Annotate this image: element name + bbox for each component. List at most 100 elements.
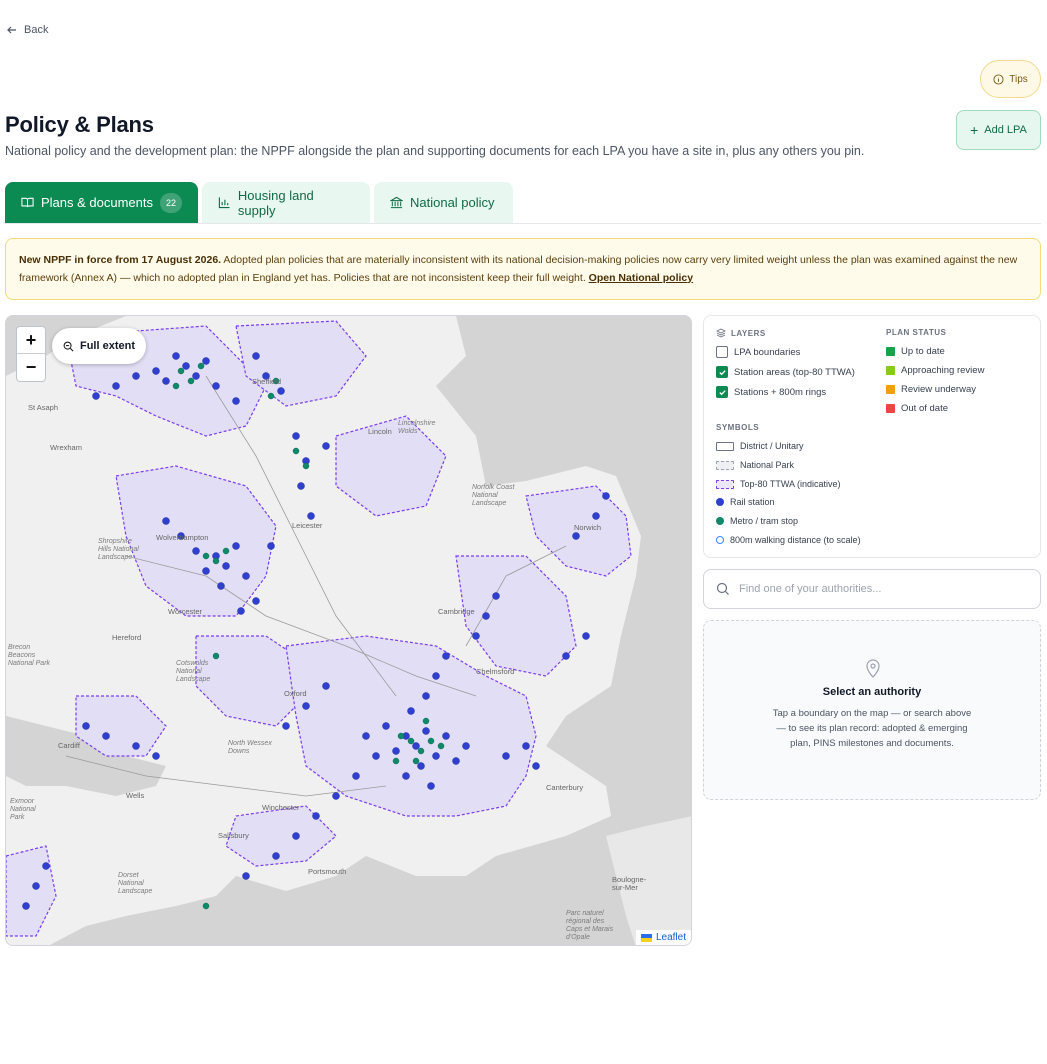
leaflet-attribution[interactable]: Leaflet	[635, 930, 691, 945]
place-label: Cotswolds National Landscape	[176, 660, 211, 683]
symbols-heading: SYMBOLS	[716, 423, 760, 432]
status-out-of-date: Out of date	[886, 403, 948, 414]
plan-status-heading: PLAN STATUS	[886, 328, 947, 337]
tab-bar: Plans & documents 22 Housing land supply…	[5, 182, 1041, 224]
arrow-left-icon	[7, 26, 16, 34]
tab-national-policy[interactable]: National policy	[374, 182, 513, 223]
check-icon	[718, 389, 726, 395]
symbol-rail-station: Rail station	[716, 497, 775, 507]
plus-icon: +	[970, 122, 979, 138]
search-input[interactable]	[739, 583, 1029, 595]
page-title: Policy & Plans	[5, 112, 154, 137]
status-review-underway: Review underway	[886, 384, 976, 395]
zoom-control: + −	[16, 326, 46, 382]
place-label: Chelmsford	[476, 667, 515, 676]
status-swatch	[886, 404, 895, 413]
map-basemap	[6, 316, 691, 945]
status-approaching-review: Approaching review	[886, 365, 984, 376]
walking-ring-symbol	[716, 536, 724, 544]
place-label: Exmoor National Park	[10, 798, 36, 821]
place-label: Dorset National Landscape	[118, 872, 153, 895]
place-label: Canterbury	[546, 783, 584, 792]
count-badge: 22	[160, 192, 182, 213]
status-up-to-date: Up to date	[886, 346, 945, 357]
place-label: Wells	[126, 791, 145, 800]
checkbox[interactable]	[716, 366, 728, 378]
place-label: St Asaph	[28, 403, 59, 412]
authority-search[interactable]	[703, 569, 1041, 609]
select-authority-card: Select an authority Tap a boundary on th…	[703, 620, 1041, 800]
tab-plans-documents[interactable]: Plans & documents 22	[5, 182, 198, 223]
search-icon	[716, 582, 729, 595]
place-label: Winchester	[262, 803, 300, 812]
layer-toggle-lpa-boundaries[interactable]: LPA boundaries	[716, 346, 800, 358]
tab-label: Plans & documents	[41, 195, 154, 210]
check-icon	[718, 369, 726, 375]
banner-lead: New NPPF in force from 17 August 2026.	[19, 254, 222, 266]
rail-station-dot	[716, 498, 724, 506]
full-extent-label: Full extent	[79, 340, 135, 352]
back-link[interactable]: Back	[6, 24, 48, 36]
place-label: Shropshire Hills National Landscape	[98, 538, 139, 561]
place-label: Lincoln	[368, 427, 392, 436]
symbol-ttwa: Top-80 TTWA (indicative)	[716, 479, 841, 489]
page-subtitle: National policy and the development plan…	[5, 144, 865, 158]
place-label: Norwich	[574, 523, 602, 532]
book-open-icon	[21, 197, 34, 208]
open-national-policy-link[interactable]: Open National policy	[589, 272, 693, 284]
status-swatch	[886, 347, 895, 356]
place-label: Oxford	[284, 689, 307, 698]
nppf-notice-banner: New NPPF in force from 17 August 2026. A…	[5, 238, 1041, 300]
place-label: Boulogne-sur-Mer	[612, 875, 647, 892]
map-legend: LAYERS LPA boundaries Station areas (top…	[703, 315, 1041, 558]
status-swatch	[886, 385, 895, 394]
ttwa-symbol	[716, 479, 734, 489]
place-label: Parc naturel régional des Caps et Marais…	[566, 910, 614, 941]
place-label: North Wessex Downs	[228, 740, 272, 755]
zoom-in-button[interactable]: +	[17, 327, 45, 354]
ukraine-flag-icon	[640, 933, 652, 942]
back-label: Back	[24, 24, 49, 36]
tab-label: Housing land supply	[237, 187, 314, 218]
place-label: Hereford	[112, 633, 142, 642]
layers-heading: LAYERS	[716, 328, 766, 338]
select-authority-title: Select an authority	[822, 686, 922, 698]
tab-label: National policy	[410, 195, 495, 210]
symbol-district-unitary: District / Unitary	[716, 441, 804, 451]
tab-housing-land-supply[interactable]: Housing land supply	[202, 182, 370, 223]
add-lpa-button[interactable]: + Add LPA	[956, 110, 1041, 150]
bank-icon	[390, 196, 403, 209]
place-label: Leicester	[292, 521, 323, 530]
symbol-metro-stop: Metro / tram stop	[716, 516, 798, 526]
place-label: Lincolnshire Wolds	[398, 420, 436, 435]
place-label: Portsmouth	[308, 867, 347, 876]
plans-map[interactable]: St Asaph Wrexham Sheffield Lincoln Leice…	[5, 315, 692, 946]
info-icon	[993, 73, 1004, 85]
district-symbol	[716, 441, 734, 451]
map-pin-icon	[866, 659, 880, 678]
layer-toggle-station-areas[interactable]: Station areas (top-80 TTWA)	[716, 366, 855, 378]
place-label: Wolverhampton	[156, 533, 209, 542]
tips-button[interactable]: Tips	[980, 60, 1041, 98]
layer-toggle-stations-rings[interactable]: Stations + 800m rings	[716, 386, 826, 398]
place-label: Sheffield	[252, 377, 282, 386]
zoom-out-button[interactable]: −	[17, 354, 45, 381]
place-label: Worcester	[168, 607, 203, 616]
place-label: Brecon Beacons National Park	[8, 644, 51, 667]
symbol-walking-distance: 800m walking distance (to scale)	[716, 535, 861, 545]
tips-label: Tips	[1009, 73, 1028, 85]
national-park-symbol	[716, 460, 734, 470]
zoom-out-icon	[63, 341, 74, 351]
metro-stop-dot	[716, 517, 724, 525]
symbol-national-park: National Park	[716, 460, 794, 470]
select-authority-description: Tap a boundary on the map — or search ab…	[772, 708, 972, 749]
checkbox[interactable]	[716, 346, 728, 358]
bar-chart-icon	[218, 197, 230, 209]
layers-icon	[716, 328, 726, 338]
place-label: Cambridge	[438, 607, 475, 616]
place-label: Wrexham	[50, 443, 82, 452]
add-lpa-label: Add LPA	[984, 124, 1027, 136]
checkbox[interactable]	[716, 386, 728, 398]
place-label: Salisbury	[218, 831, 249, 840]
full-extent-button[interactable]: Full extent	[52, 328, 146, 364]
